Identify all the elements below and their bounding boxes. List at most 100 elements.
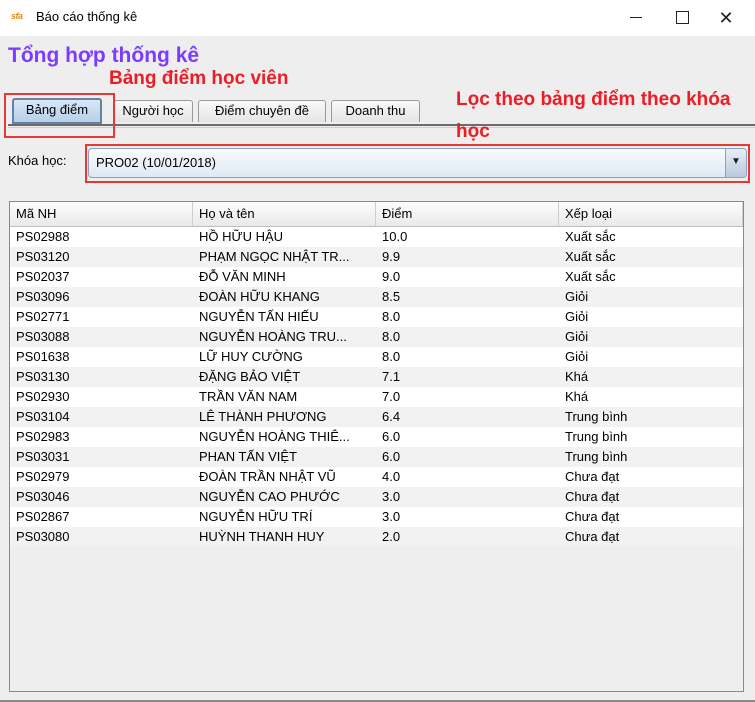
table-cell: NGUYỄN CAO PHƯỚC (199, 489, 340, 504)
table-cell: 8.0 (382, 309, 401, 324)
table-header: Mã NH Họ và tên Điểm Xếp loại (10, 202, 743, 227)
table-cell: Chưa đạt (565, 529, 620, 544)
table-cell: 2.0 (382, 529, 401, 544)
table-cell: 6.0 (382, 429, 401, 444)
table-cell: NGUYỄN HỮU TRÍ (199, 509, 313, 524)
annotation-filter-note: Lọc theo bảng điểm theo khóa học (456, 89, 731, 142)
table-cell: Xuất sắc (565, 249, 616, 264)
table-row[interactable]: PS02037 ĐỖ VĂN MINH 9.0 Xuất sắc (10, 267, 743, 287)
tab-nguoi-hoc[interactable]: Người học (113, 100, 193, 122)
table-row[interactable]: PS01638 LỮ HUY CƯỜNG 8.0 Giỏi (10, 347, 743, 367)
table-cell: PS01638 (16, 349, 70, 364)
table-row[interactable]: PS03120 PHẠM NGỌC NHẬT TR... 9.9 Xuất sắc (10, 247, 743, 267)
column-header-diem[interactable]: Điểm (376, 202, 559, 226)
table-cell: PHAN TẤN VIỆT (199, 449, 298, 464)
close-icon[interactable]: ✕ (706, 4, 746, 32)
course-filter-label: Khóa học: (8, 153, 67, 168)
tab-doanh-thu[interactable]: Doanh thu (331, 100, 420, 122)
table-cell: Trung bình (565, 449, 628, 464)
table-cell: Chưa đạt (565, 469, 620, 484)
column-header-ma-nh[interactable]: Mã NH (10, 202, 193, 226)
table-row[interactable]: PS03080 HUỲNH THANH HUY 2.0 Chưa đạt (10, 527, 743, 547)
table-cell: Giỏi (565, 309, 589, 324)
table-cell: PS03046 (16, 489, 70, 504)
table-cell: NGUYỄN TẤN HIẾU (199, 309, 319, 324)
table-cell: 8.0 (382, 329, 401, 344)
table-row[interactable]: PS02771 NGUYỄN TẤN HIẾU 8.0 Giỏi (10, 307, 743, 327)
table-cell: 3.0 (382, 489, 401, 504)
table-cell: PS02930 (16, 389, 70, 404)
column-header-ho-ten[interactable]: Họ và tên (193, 202, 376, 226)
table-row[interactable]: PS03088 NGUYỄN HOÀNG TRU... 8.0 Giỏi (10, 327, 743, 347)
grade-table[interactable]: Mã NH Họ và tên Điểm Xếp loại PS02988 HỒ … (9, 201, 744, 692)
table-cell: PS03120 (16, 249, 70, 264)
table-cell: ĐOÀN HỮU KHANG (199, 289, 320, 304)
table-row[interactable]: PS02867 NGUYỄN HỮU TRÍ 3.0 Chưa đạt (10, 507, 743, 527)
window-titlebar: sfa Báo cáo thống kê ✕ (0, 0, 755, 36)
page-title: Tổng hợp thống kê (8, 44, 200, 67)
table-cell: PS02771 (16, 309, 70, 324)
table-cell: LÊ THÀNH PHƯƠNG (199, 409, 327, 424)
table-cell: Khá (565, 389, 589, 404)
table-cell: HỒ HỮU HẬU (199, 229, 284, 244)
table-cell: LỮ HUY CƯỜNG (199, 349, 303, 364)
minimize-icon[interactable] (616, 4, 656, 32)
table-cell: PHẠM NGỌC NHẬT TR... (199, 249, 350, 264)
table-cell: Trung bình (565, 429, 628, 444)
table-cell: NGUYỄN HOÀNG TRU... (199, 329, 347, 344)
table-cell: PS03104 (16, 409, 70, 424)
table-cell: ĐỖ VĂN MINH (199, 269, 286, 284)
annotation-tab-note: Bảng điểm học viên (109, 68, 289, 89)
table-cell: 10.0 (382, 229, 408, 244)
table-cell: ĐẶNG BẢO VIỆT (199, 369, 301, 384)
table-cell: Chưa đạt (565, 489, 620, 504)
table-cell: 6.0 (382, 449, 401, 464)
maximize-icon[interactable] (662, 4, 702, 32)
table-cell: Chưa đạt (565, 509, 620, 524)
table-cell: NGUYỄN HOÀNG THIÊ... (199, 429, 350, 444)
table-cell: 6.4 (382, 409, 401, 424)
window-title: Báo cáo thống kê (36, 9, 138, 24)
tab-diem-chuyen-de[interactable]: Điểm chuyên đề (198, 100, 326, 122)
annotation-box-filter (85, 144, 750, 183)
table-cell: Xuất sắc (565, 229, 616, 244)
table-row[interactable]: PS02930 TRẦN VĂN NAM 7.0 Khá (10, 387, 743, 407)
table-row[interactable]: PS02983 NGUYỄN HOÀNG THIÊ... 6.0 Trung bình (10, 427, 743, 447)
table-cell: Trung bình (565, 409, 628, 424)
table-cell: ĐOÀN TRẦN NHẬT VŨ (199, 469, 336, 484)
table-cell: TRẦN VĂN NAM (199, 389, 298, 404)
table-cell: PS03096 (16, 289, 70, 304)
table-row[interactable]: PS03031 PHAN TẤN VIỆT 6.0 Trung bình (10, 447, 743, 467)
column-header-xep-loai[interactable]: Xếp loại (559, 202, 743, 226)
table-cell: PS02037 (16, 269, 70, 284)
table-cell: Giỏi (565, 329, 589, 344)
app-logo-icon: sfa (11, 11, 23, 21)
table-cell: PS02979 (16, 469, 70, 484)
table-row[interactable]: PS02988 HỒ HỮU HẬU 10.0 Xuất sắc (10, 227, 743, 247)
table-cell: 9.9 (382, 249, 401, 264)
table-cell: Giỏi (565, 349, 589, 364)
table-cell: PS03130 (16, 369, 70, 384)
table-cell: PS02867 (16, 509, 70, 524)
table-row[interactable]: PS03096 ĐOÀN HỮU KHANG 8.5 Giỏi (10, 287, 743, 307)
table-cell: HUỲNH THANH HUY (199, 529, 325, 544)
table-cell: 7.1 (382, 369, 401, 384)
table-cell: PS03080 (16, 529, 70, 544)
table-cell: PS03031 (16, 449, 70, 464)
table-row[interactable]: PS02979 ĐOÀN TRẦN NHẬT VŨ 4.0 Chưa đạt (10, 467, 743, 487)
annotation-box-tab (4, 93, 115, 138)
table-row[interactable]: PS03046 NGUYỄN CAO PHƯỚC 3.0 Chưa đạt (10, 487, 743, 507)
table-cell: Khá (565, 369, 589, 384)
table-cell: 9.0 (382, 269, 401, 284)
table-cell: 7.0 (382, 389, 401, 404)
table-cell: 4.0 (382, 469, 401, 484)
table-cell: 3.0 (382, 509, 401, 524)
table-row[interactable]: PS03104 LÊ THÀNH PHƯƠNG 6.4 Trung bình (10, 407, 743, 427)
table-cell: PS02988 (16, 229, 70, 244)
table-cell: Giỏi (565, 289, 589, 304)
table-cell: PS03088 (16, 329, 70, 344)
table-cell: 8.0 (382, 349, 401, 364)
table-cell: 8.5 (382, 289, 401, 304)
table-cell: PS02983 (16, 429, 70, 444)
table-row[interactable]: PS03130 ĐẶNG BẢO VIỆT 7.1 Khá (10, 367, 743, 387)
